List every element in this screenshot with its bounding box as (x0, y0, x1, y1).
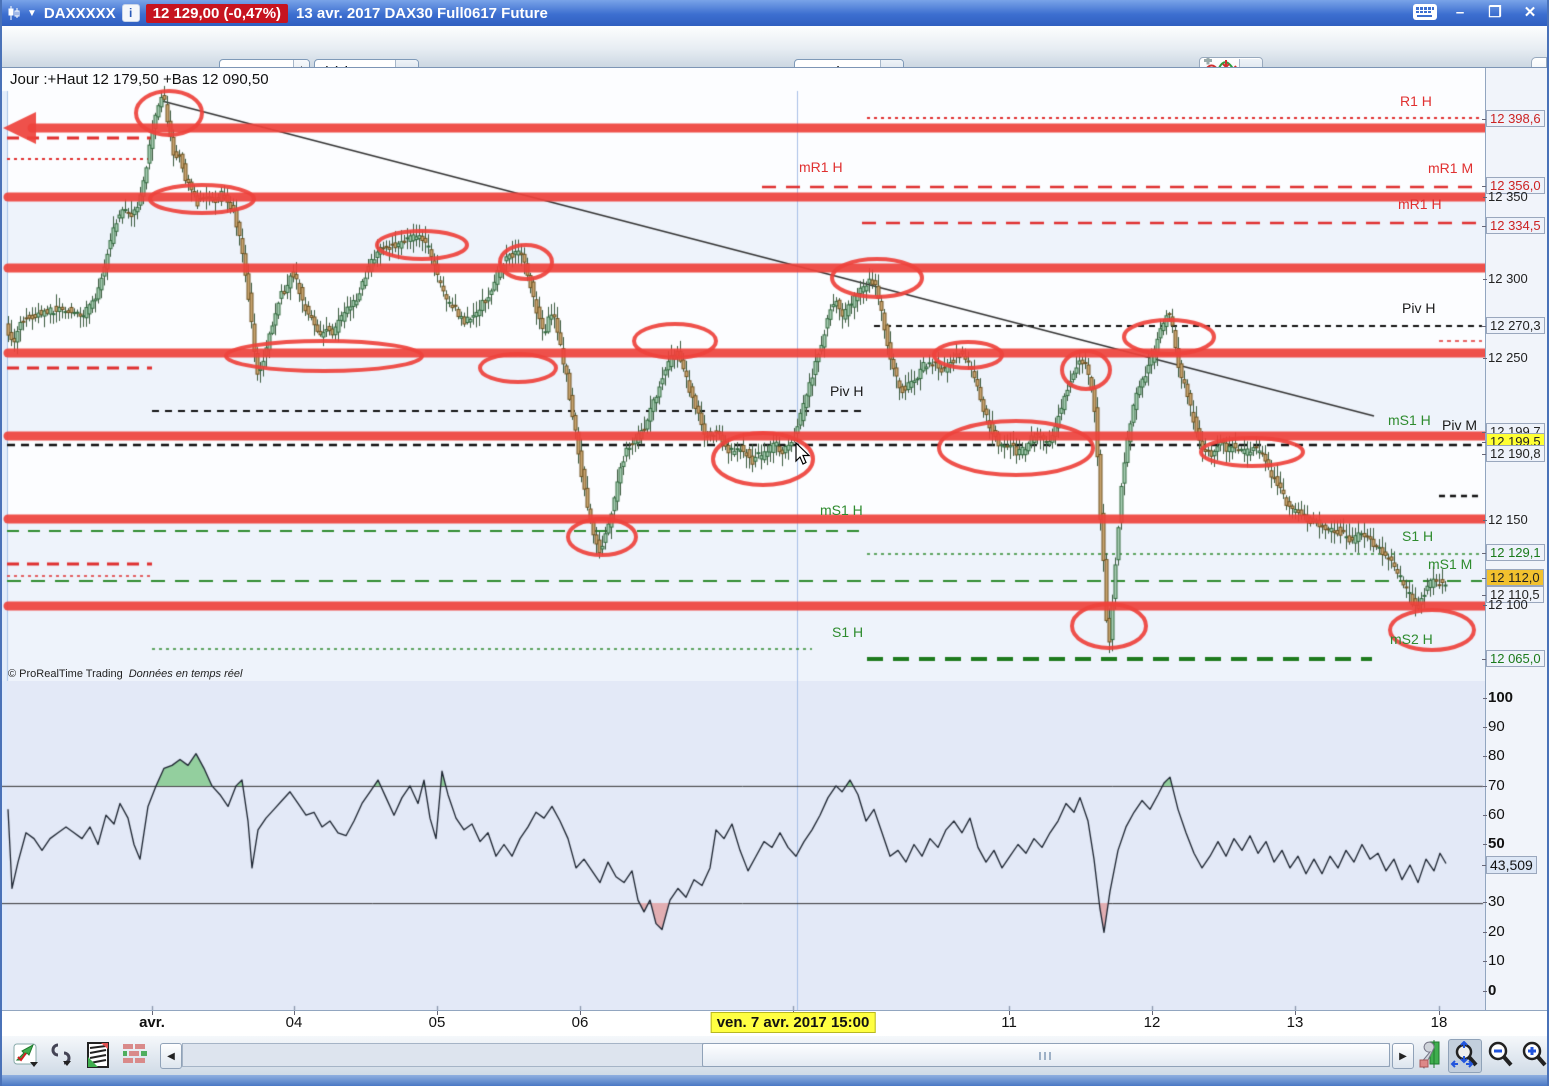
time-axis-label: 05 (428, 1014, 446, 1031)
time-axis-label: 11 (1001, 1014, 1017, 1031)
copyright-label: © ProRealTime Trading Données en temps ré… (8, 668, 243, 680)
price-axis-label: 12 350 (1483, 189, 1528, 204)
indicator-axis-label: 60 (1483, 806, 1505, 823)
bottom-toolbar: ◀ ▶ (2, 1035, 1547, 1076)
indicator-chart-canvas[interactable] (2, 681, 1485, 1011)
time-axis-label: 06 (571, 1014, 589, 1031)
chart-settings-icon[interactable] (1414, 1039, 1446, 1071)
time-axis-label: avr. (139, 1014, 165, 1031)
info-icon[interactable]: i (121, 4, 140, 22)
scrollbar-thumb[interactable] (702, 1043, 1390, 1067)
time-axis-label: 04 (285, 1014, 303, 1031)
scroll-left-button[interactable]: ◀ (160, 1043, 182, 1069)
zoom-selection-icon[interactable] (1448, 1039, 1482, 1073)
time-axis-label: 12 (1143, 1014, 1161, 1031)
maximize-button[interactable]: ❒ (1482, 1, 1508, 23)
indicator-axis-label: 80 (1483, 747, 1505, 764)
indicator-axis-label: 30 (1483, 893, 1505, 910)
minimize-button[interactable]: – (1447, 1, 1473, 23)
price-axis-label: 12 334,5 (1482, 217, 1545, 234)
price-axis-label: 12 129,1 (1482, 544, 1545, 561)
candlestick-icon (6, 5, 22, 21)
price-axis-label: 12 190,8 (1482, 445, 1545, 462)
draw-tools-icon[interactable] (12, 1040, 42, 1070)
price-axis-label: 12 250 (1483, 350, 1528, 365)
price-axis-label: 12 100 (1483, 597, 1528, 612)
chart-area: Jour :+Haut 12 179,50 +Bas 12 090,50 © P… (2, 67, 1547, 1011)
price-chart-canvas[interactable] (2, 68, 1485, 681)
close-button[interactable]: ✕ (1517, 1, 1543, 23)
indicator-axis-label: 90 (1483, 718, 1505, 735)
price-axis-label: 12 300 (1483, 271, 1528, 286)
trading-window: ▼ DAXXXXX i 12 129,00 (-0,47%) 13 avr. 2… (0, 0, 1549, 1086)
news-icon[interactable] (84, 1040, 114, 1070)
price-axis-label: 12 112,0 (1482, 569, 1544, 586)
time-axis-label: 13 (1286, 1014, 1304, 1031)
price-axis-label: 12 150 (1483, 512, 1528, 527)
window-bottom-border (2, 1075, 1547, 1086)
indicator-axis-label: 0 (1482, 982, 1497, 999)
indicator-axis-label: 100 (1482, 689, 1514, 706)
zoom-out-icon[interactable] (1484, 1039, 1516, 1071)
price-axis-label: 12 270,3 (1482, 317, 1545, 334)
indicator-axis-label: 70 (1483, 777, 1505, 794)
bricks-icon[interactable] (120, 1040, 150, 1070)
scroll-right-button[interactable]: ▶ (1392, 1043, 1414, 1069)
zoom-in-icon[interactable] (1518, 1039, 1547, 1071)
price-axis[interactable]: 12 398,6 12 356,0 12 350 12 334,5 12 300 12 2… (1482, 68, 1547, 1011)
title-bar[interactable]: ▼ DAXXXXX i 12 129,00 (-0,47%) 13 avr. 2… (2, 0, 1547, 26)
indicator-axis-label: 10 (1483, 952, 1505, 969)
day-high-low-info: Jour :+Haut 12 179,50 +Bas 12 090,50 (10, 71, 269, 88)
indicator-axis-label: 50 (1483, 835, 1505, 852)
symbol-name[interactable]: DAXXXXX (44, 5, 116, 22)
symbol-dropdown-icon[interactable]: ▼ (27, 8, 37, 19)
indicator-axis-label: 43,509 (1482, 856, 1537, 874)
window-title: 13 avr. 2017 DAX30 Full0617 Future (296, 4, 548, 22)
link-tool-icon[interactable] (48, 1040, 78, 1070)
time-axis[interactable]: avr. 04 05 06 ven. 7 avr. 2017 15:00 11 12 13 18 (2, 1010, 1547, 1036)
cursor-date-label: ven. 7 avr. 2017 15:00 (710, 1012, 876, 1033)
price-change-badge: 12 129,00 (-0,47%) (145, 3, 289, 23)
keyboard-icon[interactable] (1412, 1, 1438, 23)
indicator-axis-label: 20 (1483, 923, 1505, 940)
chart-toolbar: 10 ▲▼ (x) jours ▼ 15 minutes ▼ ▼ (2, 26, 1547, 91)
price-axis-label: 12 398,6 (1482, 110, 1545, 127)
time-axis-label: 18 (1430, 1014, 1448, 1031)
price-axis-label: 12 065,0 (1482, 650, 1545, 667)
